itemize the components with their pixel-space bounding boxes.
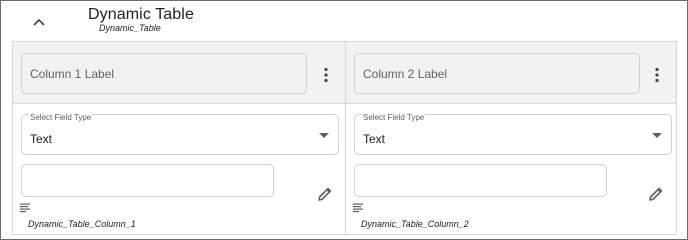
chevron-down-icon xyxy=(652,133,662,138)
column-2-label-placeholder: Column 2 Label xyxy=(363,66,448,81)
widget-field-name: Dynamic_Table xyxy=(99,23,161,33)
column-1-header: Column 1 Label xyxy=(13,42,345,104)
column-1-field-name: Dynamic_Table_Column_1 xyxy=(28,219,136,229)
pencil-icon[interactable] xyxy=(648,186,664,202)
collapse-button[interactable] xyxy=(28,11,50,33)
column-1-field-type-select[interactable]: Select Field Type Text xyxy=(21,114,339,155)
column-2-header: Column 2 Label xyxy=(346,42,676,104)
column-2: Column 2 Label Select Field Type Text Dy… xyxy=(345,42,676,234)
column-1-label-placeholder: Column 1 Label xyxy=(30,66,115,81)
column-2-label-input[interactable]: Column 2 Label xyxy=(354,53,640,94)
column-2-field-name: Dynamic_Table_Column_2 xyxy=(361,219,469,229)
column-2-field-type-select[interactable]: Select Field Type Text xyxy=(354,114,672,155)
column-1-label-input[interactable]: Column 1 Label xyxy=(21,53,307,94)
column-2-more-options-icon[interactable] xyxy=(652,67,662,83)
column-2-select-legend: Select Field Type xyxy=(362,113,426,122)
text-lines-icon xyxy=(353,203,363,213)
column-2-select-value: Text xyxy=(363,132,386,146)
columns-table: Column 1 Label Select Field Type Text Dy… xyxy=(12,41,677,235)
chevron-down-icon xyxy=(319,133,329,138)
column-1-select-legend: Select Field Type xyxy=(29,113,93,122)
chevron-up-icon xyxy=(33,18,45,26)
column-1-more-options-icon[interactable] xyxy=(321,67,331,83)
pencil-icon[interactable] xyxy=(317,186,333,202)
column-1-select-value: Text xyxy=(30,132,53,146)
column-2-text-field[interactable] xyxy=(354,164,607,197)
widget-title: Dynamic Table xyxy=(88,6,194,23)
column-1-text-field[interactable] xyxy=(21,164,274,197)
dynamic-table-widget: Dynamic Table Dynamic_Table Column 1 Lab… xyxy=(0,0,688,240)
column-1: Column 1 Label Select Field Type Text Dy… xyxy=(13,42,345,234)
text-lines-icon xyxy=(20,203,30,213)
